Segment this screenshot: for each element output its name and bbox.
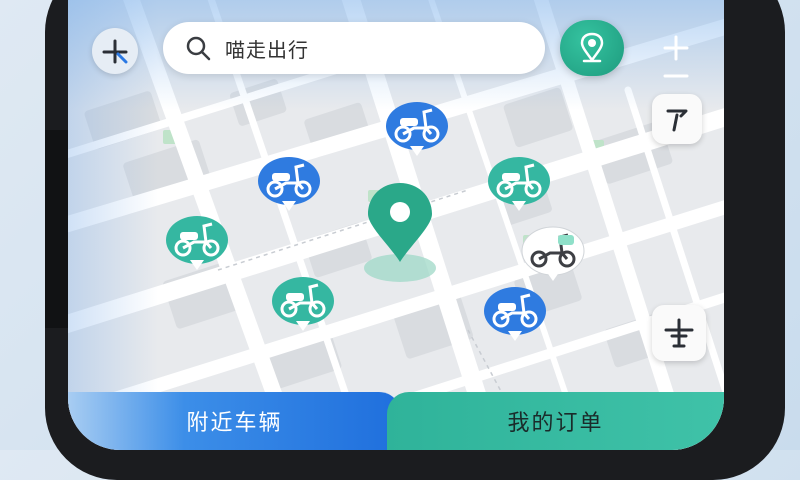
zoom-out-button[interactable] bbox=[658, 68, 694, 84]
compass-icon bbox=[102, 39, 128, 64]
search-icon bbox=[185, 35, 211, 61]
tab-my-orders[interactable]: 我的订单 bbox=[387, 392, 724, 450]
zoom-in-button[interactable] bbox=[656, 30, 696, 66]
search-text: 喵走出行 bbox=[225, 37, 309, 62]
app-screen: 喵走出行 附近车辆 我的订单 bbox=[68, 0, 724, 450]
bike-marker-4[interactable] bbox=[164, 214, 230, 274]
flag-button[interactable] bbox=[652, 94, 702, 144]
bottom-tab-bar: 附近车辆 我的订单 bbox=[68, 392, 724, 450]
compass-button[interactable] bbox=[92, 28, 138, 74]
bike-marker-7[interactable] bbox=[482, 285, 548, 345]
locate-button[interactable] bbox=[560, 20, 624, 76]
bike-marker-2[interactable] bbox=[256, 155, 322, 215]
bike-marker-5[interactable] bbox=[270, 275, 336, 335]
parking-marker-icon bbox=[664, 318, 694, 348]
map-pin-icon bbox=[580, 32, 604, 63]
bike-marker-3[interactable] bbox=[486, 155, 552, 215]
parking-button[interactable] bbox=[652, 305, 706, 361]
minus-icon bbox=[663, 74, 689, 78]
search-bar[interactable]: 喵走出行 bbox=[163, 22, 545, 74]
plus-icon bbox=[663, 35, 689, 61]
flag-icon bbox=[666, 109, 688, 132]
tab-nearby-vehicles[interactable]: 附近车辆 bbox=[68, 392, 401, 450]
bike-marker-6[interactable] bbox=[520, 225, 586, 285]
bike-marker-1[interactable] bbox=[384, 100, 450, 160]
